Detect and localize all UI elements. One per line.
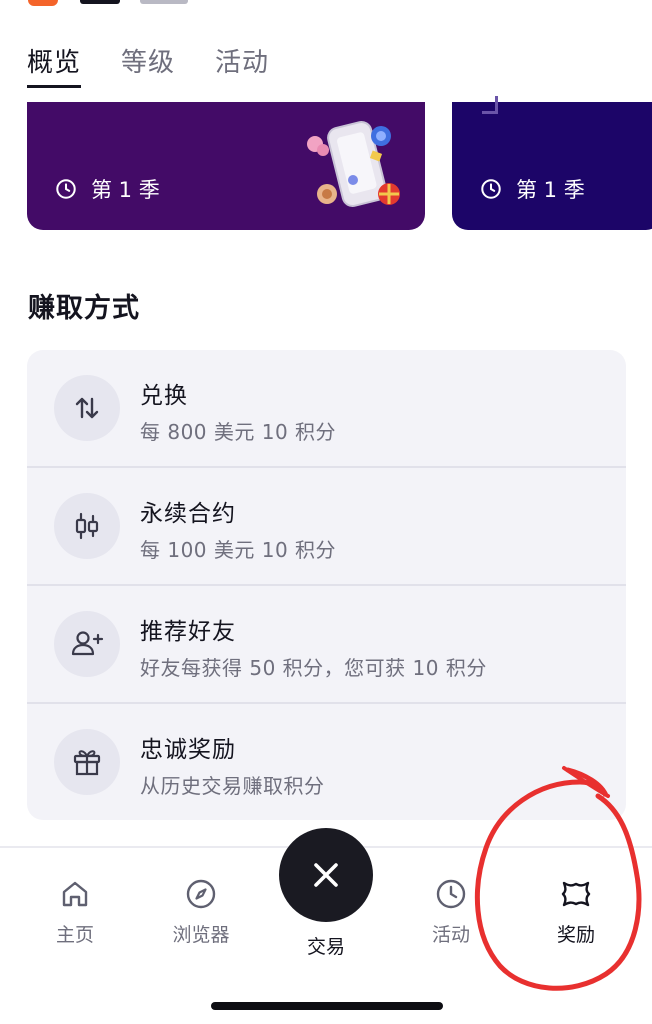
swap-arrows-icon bbox=[54, 375, 120, 441]
item-subtitle: 从历史交易赚取积分 bbox=[140, 774, 325, 798]
nav-browser[interactable]: 浏览器 bbox=[146, 878, 256, 947]
nav-activity[interactable]: 活动 bbox=[396, 878, 506, 947]
trade-button[interactable] bbox=[279, 828, 373, 922]
earn-methods-list: 兑换 每 800 美元 10 积分 永续合约 每 100 美元 10 积分 推荐… bbox=[27, 350, 626, 820]
section-title: 赚取方式 bbox=[28, 293, 140, 324]
season-text: 第 1 季 bbox=[516, 178, 585, 202]
item-title: 兑换 bbox=[140, 383, 188, 409]
tab-bar: 概览 等级 活动 bbox=[0, 30, 652, 90]
item-title: 忠诚奖励 bbox=[140, 737, 236, 763]
season-card[interactable]: 第 1 季 bbox=[452, 96, 652, 230]
list-item-swap[interactable]: 兑换 每 800 美元 10 积分 bbox=[27, 350, 626, 467]
season-label: 第 1 季 bbox=[480, 174, 585, 204]
compass-icon bbox=[186, 879, 216, 909]
phone-gift-illustration bbox=[307, 120, 400, 208]
nav-activity-label: 活动 bbox=[431, 924, 470, 946]
clock-icon bbox=[436, 879, 466, 909]
nav-rewards-label: 奖励 bbox=[556, 924, 595, 946]
header-subtitle-fragment bbox=[140, 0, 188, 4]
clock-icon bbox=[56, 179, 76, 199]
item-title: 永续合约 bbox=[140, 501, 236, 527]
nav-rewards[interactable]: 奖励 bbox=[521, 878, 631, 947]
item-title: 推荐好友 bbox=[140, 619, 236, 645]
active-tab-underline bbox=[27, 85, 81, 88]
trade-label: 交易 bbox=[306, 936, 345, 958]
nav-home-label: 主页 bbox=[55, 924, 94, 946]
header-cropped bbox=[0, 0, 652, 8]
season-text: 第 1 季 bbox=[91, 178, 160, 202]
list-item-perpetual[interactable]: 永续合约 每 100 美元 10 积分 bbox=[27, 468, 626, 585]
header-title-fragment bbox=[80, 0, 120, 4]
app-logo bbox=[28, 0, 58, 6]
rewards-icon bbox=[561, 881, 591, 907]
home-icon bbox=[62, 881, 88, 907]
season-card[interactable]: 第 1 季 bbox=[27, 102, 425, 230]
clock-icon bbox=[481, 179, 501, 199]
list-item-referral[interactable]: 推荐好友 好友每获得 50 积分，您可获 10 积分 bbox=[27, 586, 626, 703]
item-subtitle: 每 800 美元 10 积分 bbox=[140, 420, 337, 444]
tab-activities[interactable]: 活动 bbox=[215, 42, 269, 79]
home-indicator bbox=[211, 1002, 443, 1010]
nav-browser-label: 浏览器 bbox=[172, 924, 230, 946]
season-label: 第 1 季 bbox=[55, 174, 160, 204]
tab-overview[interactable]: 概览 bbox=[27, 42, 81, 79]
item-subtitle: 好友每获得 50 积分，您可获 10 积分 bbox=[140, 656, 487, 680]
item-subtitle: 每 100 美元 10 积分 bbox=[140, 538, 337, 562]
gift-icon bbox=[54, 729, 120, 795]
candlestick-icon bbox=[54, 493, 120, 559]
list-item-loyalty[interactable]: 忠诚奖励 从历史交易赚取积分 bbox=[27, 704, 626, 820]
nav-home[interactable]: 主页 bbox=[20, 878, 130, 947]
close-icon bbox=[314, 863, 338, 887]
add-user-icon bbox=[54, 611, 120, 677]
tab-levels[interactable]: 等级 bbox=[121, 42, 175, 79]
card-title-fragment bbox=[482, 96, 498, 114]
